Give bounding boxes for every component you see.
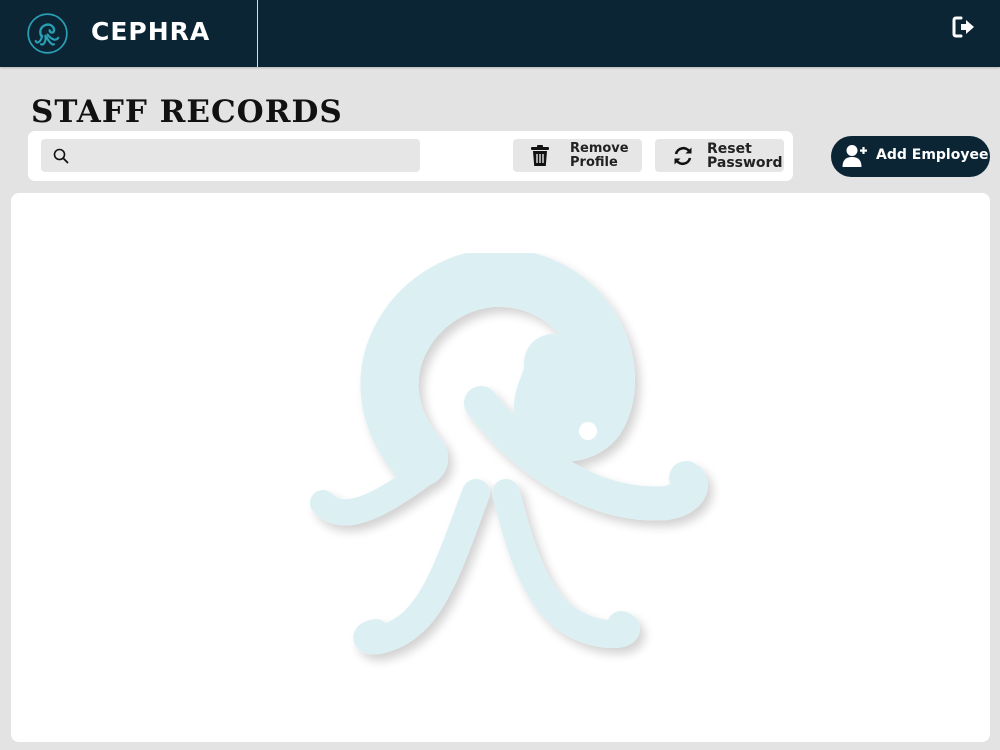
reset-password-label: Reset Password [707,141,783,171]
user-plus-icon [842,145,867,167]
search-box[interactable] [41,139,420,174]
add-employee-button[interactable]: Add Employee [831,136,990,177]
octopus-logo-icon [27,13,68,54]
add-employee-label: Add Employee [876,147,989,163]
search-icon [53,148,69,164]
remove-profile-button[interactable]: Remove Profile [513,139,642,172]
brand: CEPHRA [0,0,258,67]
logout-icon[interactable] [950,13,978,41]
staff-records-panel [11,193,990,742]
octopus-watermark-icon [310,253,708,655]
remove-profile-label: Remove Profile [570,141,629,170]
reset-password-button[interactable]: Reset Password [655,139,784,172]
refresh-icon [674,146,692,166]
trash-icon [531,145,549,166]
search-input[interactable] [77,139,416,174]
toolbar: Remove Profile Reset Password [28,131,793,181]
top-bar: CEPHRA [0,0,1000,67]
app-name: CEPHRA [91,17,211,46]
page-title: STAFF RECORDS [31,94,343,130]
